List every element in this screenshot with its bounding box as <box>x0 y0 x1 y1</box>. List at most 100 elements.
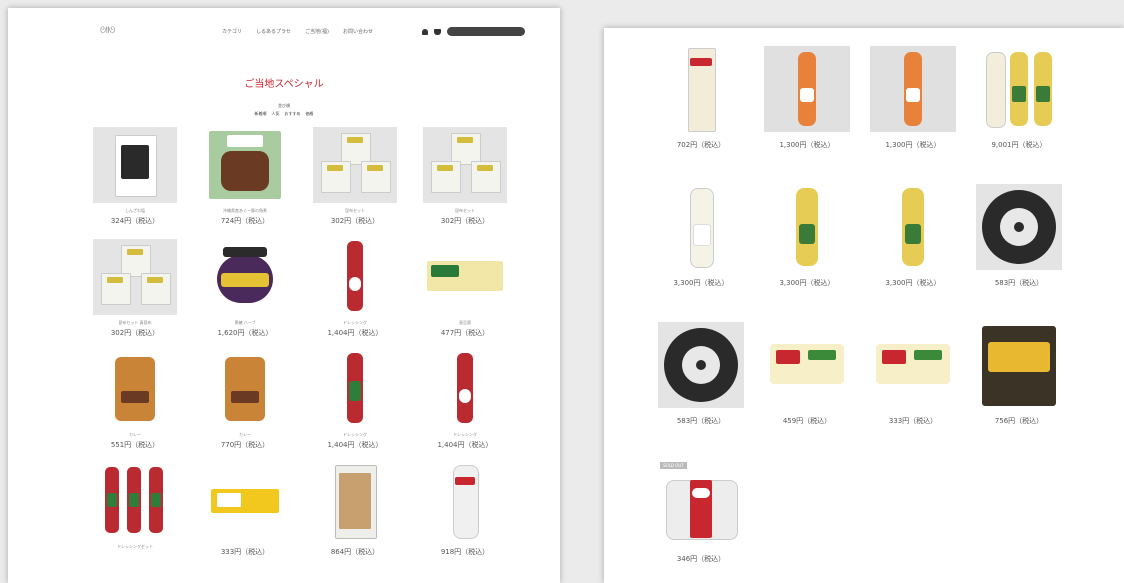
product-shape <box>121 391 149 403</box>
yellow-bottle-icon[interactable] <box>870 184 956 270</box>
dark-bag-icon[interactable] <box>976 322 1062 408</box>
product-card[interactable]: 3,300円（税込） <box>754 184 860 322</box>
product-name[interactable]: ドレッシングセット <box>87 544 183 549</box>
product-card[interactable]: 459円（税込） <box>754 322 860 460</box>
product-name[interactable]: 沖縄県産あぐー豚の角煮 <box>197 208 293 213</box>
product-card[interactable]: 昆布セット 302円（税込） <box>410 127 520 239</box>
white-salt-bag-icon[interactable] <box>93 127 177 203</box>
pouch-icon[interactable] <box>203 351 287 427</box>
snack-pack-icon[interactable] <box>870 322 956 408</box>
nav-item-3[interactable]: ご当地(福) <box>305 28 329 35</box>
packets-set-icon[interactable] <box>423 127 507 203</box>
noodle-pack-icon[interactable] <box>658 46 744 132</box>
product-shape <box>477 165 493 171</box>
product-card[interactable]: ドレッシング 1,404円（税込） <box>300 351 410 463</box>
lotus-dark-icon[interactable] <box>658 322 744 408</box>
product-name[interactable]: 島豆腐 <box>417 320 513 325</box>
product-card[interactable]: 昆布セット 真昆布 302円（税込） <box>80 239 190 351</box>
pork-pack-icon[interactable] <box>203 127 287 203</box>
cart-icon[interactable] <box>434 28 441 35</box>
clear-bottle-icon[interactable] <box>658 184 744 270</box>
sort-option-recommended[interactable]: おすすめ <box>285 111 301 117</box>
green-bottle-icon[interactable] <box>313 351 397 427</box>
product-card[interactable]: 黒糖 ハーブ 1,620円（税込） <box>190 239 300 351</box>
product-card[interactable]: ドレッシングセット <box>80 463 190 575</box>
product-price: 9,001円（税込） <box>991 141 1047 149</box>
product-shape <box>776 350 800 364</box>
product-card[interactable]: 333円（税込） <box>190 463 300 575</box>
product-card[interactable]: 756円（税込） <box>966 322 1072 460</box>
product-card[interactable]: 702円（税込） <box>648 46 754 184</box>
sort-option-popular[interactable]: 人気 <box>272 111 280 117</box>
sort-label: 並び順 <box>278 103 290 108</box>
orange-bottle-icon[interactable] <box>764 46 850 132</box>
product-shape <box>347 137 363 143</box>
product-shape <box>882 350 906 364</box>
product-name[interactable]: 昆布セット <box>307 208 403 213</box>
product-price: 459円（税込） <box>782 417 832 425</box>
logo-icon[interactable]: ᘛᘚ <box>100 26 115 36</box>
three-bottles-icon[interactable] <box>93 463 177 539</box>
product-card[interactable]: カレー 770円（税込） <box>190 351 300 463</box>
sort-option-new[interactable]: 新着順 <box>255 111 267 117</box>
product-price: 302円（税込） <box>330 217 380 225</box>
product-card[interactable]: SOLD OUT 346円（税込） <box>648 460 754 583</box>
product-name[interactable]: 昆布セット <box>417 208 513 213</box>
orange-bottle-icon[interactable] <box>870 46 956 132</box>
sort-option-price[interactable]: 価格 <box>306 111 314 117</box>
product-name[interactable]: しんざわ塩 <box>87 208 183 213</box>
pouch-icon[interactable] <box>93 351 177 427</box>
packets-set-icon[interactable] <box>313 127 397 203</box>
product-name[interactable]: ドレッシング <box>417 432 513 437</box>
packets-set-icon[interactable] <box>93 239 177 315</box>
product-card[interactable]: 333円（税込） <box>860 322 966 460</box>
product-name[interactable]: ドレッシング <box>307 320 403 325</box>
search-input[interactable] <box>447 27 525 36</box>
product-shape <box>905 224 921 244</box>
product-shape <box>690 58 712 66</box>
red-cup-icon[interactable]: SOLD OUT <box>658 460 744 546</box>
product-shape <box>431 265 459 277</box>
red-bottle-icon[interactable] <box>423 351 507 427</box>
noodle-tube-icon[interactable] <box>423 463 507 539</box>
product-card[interactable]: 583円（税込） <box>966 184 1072 322</box>
user-icon[interactable] <box>422 28 428 35</box>
product-card[interactable]: 昆布セット 302円（税込） <box>300 127 410 239</box>
product-shape <box>349 277 361 291</box>
product-card[interactable]: 沖縄県産あぐー豚の角煮 724円（税込） <box>190 127 300 239</box>
product-name[interactable]: カレー <box>87 432 183 437</box>
product-price: 302円（税込） <box>110 329 160 337</box>
noodle-box-icon[interactable] <box>313 463 397 539</box>
product-card[interactable]: 1,300円（税込） <box>860 46 966 184</box>
nav-item-contact[interactable]: お問い合わせ <box>343 28 373 35</box>
lotus-dark-icon[interactable] <box>976 184 1062 270</box>
product-name[interactable]: ドレッシング <box>307 432 403 437</box>
product-name[interactable]: カレー <box>197 432 293 437</box>
product-card[interactable]: しんざわ塩 324円（税込） <box>80 127 190 239</box>
product-card[interactable]: カレー 551円（税込） <box>80 351 190 463</box>
snack-pack-icon[interactable] <box>764 322 850 408</box>
red-bottle-icon[interactable] <box>313 239 397 315</box>
product-card[interactable]: 1,300円（税込） <box>754 46 860 184</box>
product-name[interactable]: 昆布セット 真昆布 <box>87 320 183 325</box>
product-card[interactable]: ドレッシング 1,404円（税込） <box>410 351 520 463</box>
tofu-pack-icon[interactable] <box>423 239 507 315</box>
yellow-bottle-icon[interactable] <box>764 184 850 270</box>
product-card[interactable]: ドレッシング 1,404円（税込） <box>300 239 410 351</box>
jar-icon[interactable] <box>203 239 287 315</box>
yellow-snack-icon[interactable] <box>203 463 287 539</box>
product-card[interactable]: 3,300円（税込） <box>648 184 754 322</box>
product-card[interactable]: 918円（税込） <box>410 463 520 575</box>
nav-item-category[interactable]: カテゴリ <box>222 28 242 35</box>
three-bottles-yellow-icon[interactable] <box>976 46 1062 132</box>
product-name[interactable]: 黒糖 ハーブ <box>197 320 293 325</box>
product-card[interactable]: 864円（税込） <box>300 463 410 575</box>
nav-item-2[interactable]: しるあるプラセ <box>256 28 291 35</box>
product-card[interactable]: 島豆腐 477円（税込） <box>410 239 520 351</box>
left-page: ᘛᘚ カテゴリ しるあるプラセ ご当地(福) お問い合わせ ご当地スペシャル 並… <box>8 8 560 583</box>
main-nav: カテゴリ しるあるプラセ ご当地(福) お問い合わせ <box>222 28 373 35</box>
product-card[interactable]: 3,300円（税込） <box>860 184 966 322</box>
product-card[interactable]: 583円（税込） <box>648 322 754 460</box>
product-price: 1,404円（税込） <box>327 441 383 449</box>
product-card[interactable]: 9,001円（税込） <box>966 46 1072 184</box>
